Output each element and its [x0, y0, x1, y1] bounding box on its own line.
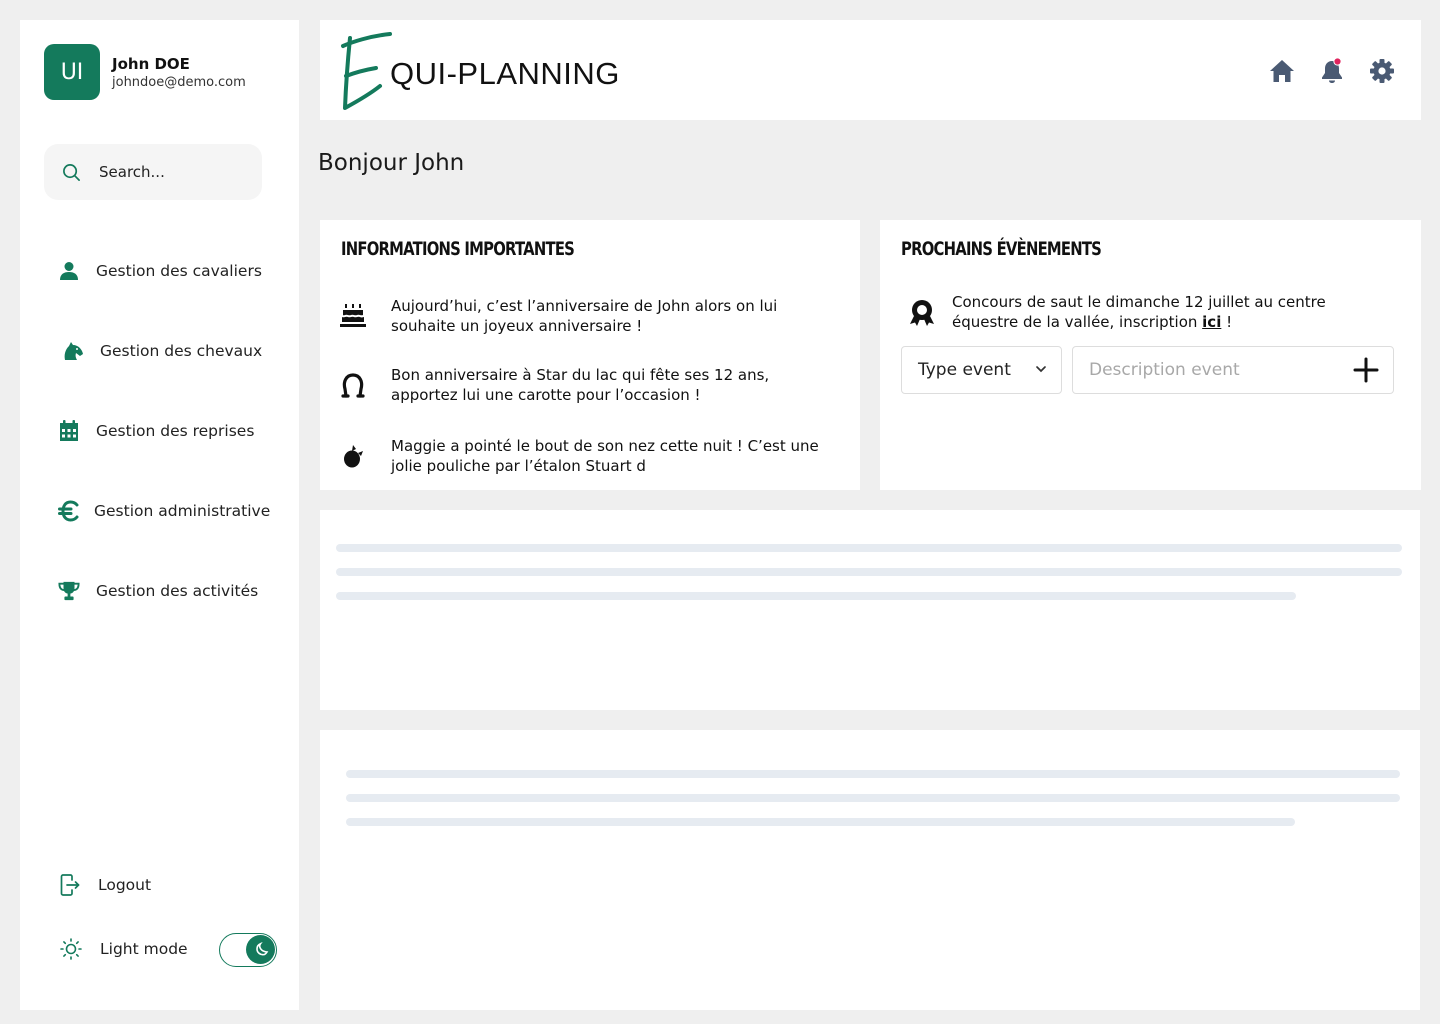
info-text-line: Bon anniversaire à Star du lac qui fête …	[391, 366, 770, 384]
calendar-icon	[58, 420, 80, 442]
event-description-input[interactable]	[1072, 346, 1394, 394]
sidebar-item-cavaliers[interactable]: Gestion des cavaliers	[58, 260, 262, 282]
light-mode-label: Light mode	[100, 940, 188, 958]
info-item: Aujourd’hui, c’est l’anniversaire de Joh…	[340, 296, 777, 336]
skeleton-line	[336, 568, 1402, 576]
important-info-card: Informations importantes Aujourd’hui, c’…	[320, 220, 860, 490]
info-text-line: Maggie a pointé le bout de son nez cette…	[391, 437, 819, 455]
event-text-suffix: !	[1221, 313, 1233, 331]
skeleton-line	[346, 794, 1400, 802]
trophy-icon	[58, 580, 80, 602]
info-item: Bon anniversaire à Star du lac qui fête …	[340, 365, 769, 405]
logo-e-mark	[341, 32, 392, 110]
card-title: Prochains évènements	[901, 238, 1102, 260]
skeleton-line	[336, 544, 1402, 552]
horseshoe-icon	[340, 372, 366, 398]
event-type-value: Type event	[918, 360, 1011, 380]
avatar[interactable]: UI	[44, 44, 100, 100]
theme-toggle[interactable]	[219, 933, 277, 967]
event-item: Concours de saut le dimanche 12 juillet …	[908, 292, 1326, 332]
user-email: johndoe@demo.com	[112, 74, 246, 90]
add-event-button[interactable]	[1352, 356, 1380, 384]
award-icon	[910, 300, 934, 326]
sun-icon	[60, 938, 82, 960]
skeleton-line	[346, 818, 1295, 826]
info-text-line: Aujourd’hui, c’est l’anniversaire de Joh…	[391, 297, 778, 315]
light-mode-row: Light mode	[60, 938, 188, 960]
event-text-line: Concours de saut le dimanche 12 juillet …	[952, 293, 1326, 311]
moon-icon	[246, 935, 275, 964]
user-profile[interactable]: UI John DOE johndoe@demo.com	[44, 44, 246, 100]
logout-label: Logout	[98, 876, 152, 894]
plus-icon	[1353, 357, 1379, 383]
logout-button[interactable]: Logout	[60, 874, 151, 896]
sidebar: UI John DOE johndoe@demo.com Search... G…	[20, 20, 299, 1010]
euro-icon	[58, 500, 80, 522]
greeting-title: Bonjour John	[318, 150, 465, 176]
user-icon	[58, 260, 80, 282]
sidebar-item-reprises[interactable]: Gestion des reprises	[58, 420, 254, 442]
search-placeholder: Search...	[99, 163, 165, 181]
sidebar-item-administrative[interactable]: Gestion administrative	[58, 500, 270, 522]
top-header: QUI-PLANNING	[320, 20, 1421, 120]
logout-icon	[60, 874, 80, 896]
sidebar-item-activites[interactable]: Gestion des activités	[58, 580, 258, 602]
sidebar-item-label: Gestion des cavaliers	[96, 262, 262, 280]
skeleton-line	[346, 770, 1400, 778]
sidebar-item-label: Gestion des activités	[96, 582, 259, 600]
card-title: Informations importantes	[341, 238, 575, 260]
sidebar-item-label: Gestion administrative	[94, 502, 271, 520]
search-input[interactable]: Search...	[44, 144, 262, 200]
chevron-down-icon	[1036, 366, 1046, 373]
event-type-select[interactable]: Type event	[901, 346, 1062, 394]
sidebar-item-label: Gestion des chevaux	[100, 342, 263, 360]
logo-text: QUI-PLANNING	[390, 56, 620, 91]
birthday-cake-icon	[340, 303, 366, 329]
info-text-line: apportez lui une carotte pour l’occasion…	[391, 386, 701, 404]
app-logo[interactable]: QUI-PLANNING	[340, 32, 620, 112]
sidebar-item-chevaux[interactable]: Gestion des chevaux	[62, 340, 262, 362]
info-text-line: souhaite un joyeux anniversaire !	[391, 317, 643, 335]
horse-head-icon	[62, 340, 84, 362]
sidebar-item-label: Gestion des reprises	[96, 422, 255, 440]
event-text-line: équestre de la vallée, inscription	[952, 313, 1203, 331]
info-text-line: jolie pouliche par l’étalon Stuart d	[391, 457, 646, 475]
placeholder-card	[320, 510, 1420, 710]
search-icon	[63, 163, 80, 181]
placeholder-card	[320, 730, 1420, 1010]
foal-icon	[340, 443, 366, 469]
event-inscription-link[interactable]: ici	[1202, 313, 1221, 331]
gear-icon[interactable]	[1369, 58, 1395, 84]
info-item: Maggie a pointé le bout de son nez cette…	[340, 436, 819, 476]
upcoming-events-card: Prochains évènements Concours de saut le…	[880, 220, 1421, 490]
skeleton-line	[336, 592, 1296, 600]
home-icon[interactable]	[1269, 58, 1295, 84]
bell-icon[interactable]	[1319, 57, 1345, 84]
user-name: John DOE	[112, 54, 190, 73]
